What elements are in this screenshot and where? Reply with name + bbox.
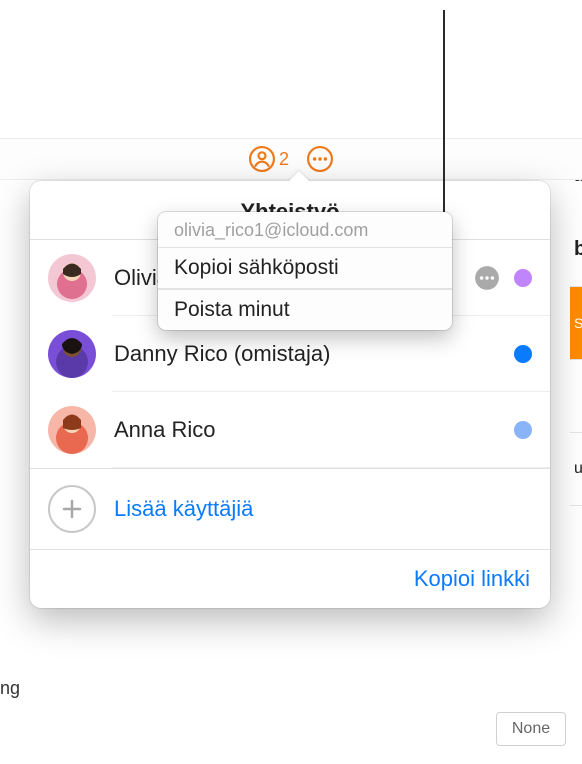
bg-strip: u	[570, 432, 582, 505]
user-color-dot	[514, 421, 532, 439]
popover-footer: Kopioi linkki	[30, 549, 550, 608]
row-more-icon[interactable]	[474, 265, 500, 291]
collaborate-button[interactable]: 2	[249, 146, 289, 172]
add-users-row[interactable]: Lisää käyttäjiä	[30, 469, 550, 549]
avatar	[48, 406, 96, 454]
add-users-label: Lisää käyttäjiä	[114, 496, 253, 522]
user-name: Anna Rico	[114, 417, 514, 443]
collaborate-count: 2	[279, 149, 289, 170]
user-name: Danny Rico (omistaja)	[114, 341, 514, 367]
avatar	[48, 254, 96, 302]
background-right-strip: ar b S u	[570, 140, 582, 740]
person-icon	[249, 146, 275, 172]
more-button[interactable]	[307, 146, 333, 172]
user-color-dot	[514, 345, 532, 363]
plus-icon	[48, 485, 96, 533]
user-color-dot	[514, 269, 532, 287]
copy-link-button[interactable]: Kopioi linkki	[414, 566, 530, 592]
bg-strip-selected: S	[570, 286, 582, 359]
none-dropdown[interactable]: None	[496, 712, 566, 746]
bg-strip: b	[570, 213, 582, 286]
bg-strip	[570, 359, 582, 432]
user-row[interactable]: Anna Rico	[30, 392, 550, 468]
edge-text: ng	[0, 678, 20, 699]
avatar	[48, 330, 96, 378]
bg-strip	[570, 505, 582, 578]
remove-me-item[interactable]: Poista minut	[158, 289, 452, 330]
copy-email-item[interactable]: Kopioi sähköposti	[158, 247, 452, 288]
context-menu-email: olivia_rico1@icloud.com	[158, 212, 452, 247]
context-menu: olivia_rico1@icloud.com Kopioi sähköpost…	[158, 212, 452, 330]
